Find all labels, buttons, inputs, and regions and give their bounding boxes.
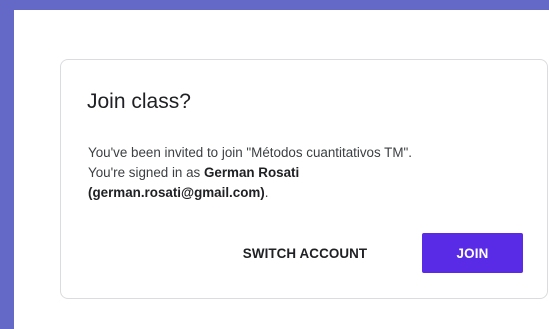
user-email: (german.rosati@gmail.com) [88,185,265,200]
user-name: German Rosati [203,165,300,180]
page-surface: Join class? You've been invited to join … [14,10,549,329]
invite-suffix: ". [403,145,412,160]
join-class-dialog: Join class? You've been invited to join … [60,59,548,299]
dialog-message: You've been invited to join "Métodos cua… [88,143,528,203]
dialog-title: Join class? [87,90,191,113]
signed-in-prefix: You're signed in as [88,165,204,180]
signed-in-suffix: . [264,185,269,200]
switch-account-button[interactable]: SWITCH ACCOUNT [229,234,381,272]
invite-prefix: You've been invited to join " [88,145,252,160]
join-button[interactable]: JOIN [422,233,523,273]
class-name: Métodos cuantitativos TM [251,145,404,160]
